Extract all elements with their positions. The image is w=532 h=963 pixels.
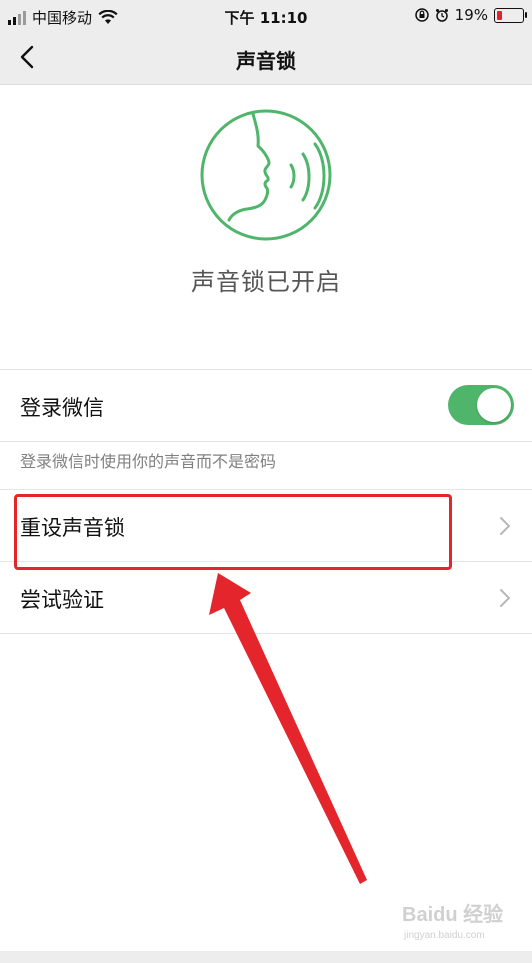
watermark-url: jingyan.baidu.com: [403, 930, 485, 941]
watermark-brand: Baidu 经验: [402, 902, 503, 926]
baidu-jingyan-watermark: Baidu 经验 jingyan.baidu.com: [402, 902, 503, 941]
bottom-bar: [0, 951, 532, 963]
annotation-arrow: [209, 573, 367, 884]
